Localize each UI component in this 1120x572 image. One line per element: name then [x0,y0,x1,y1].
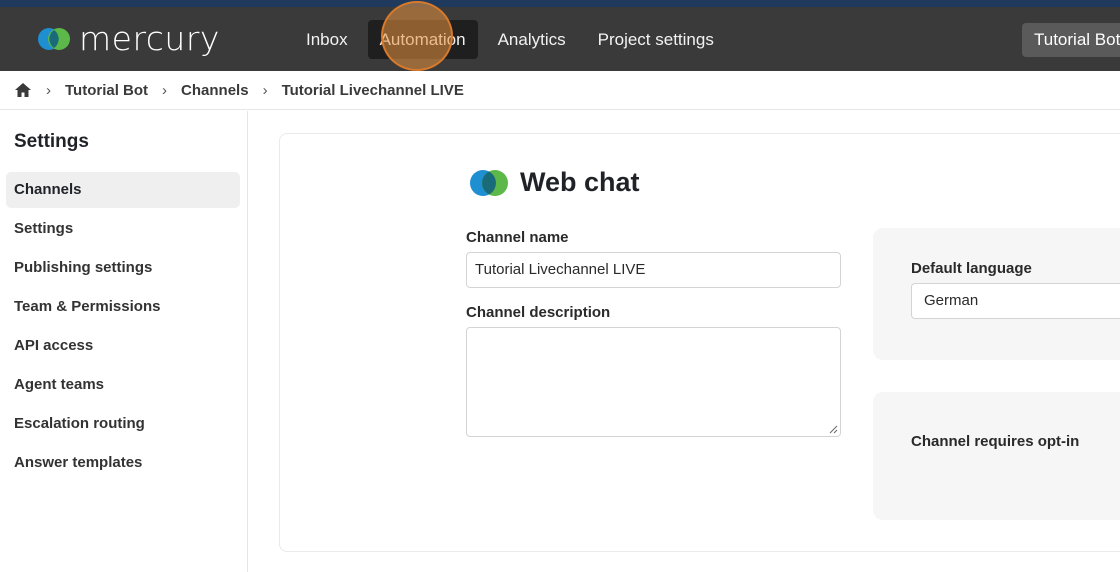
sidebar-menu: Channels Settings Publishing settings Te… [6,172,240,484]
nav-automation[interactable]: Automation [367,20,478,59]
channel-settings-card: Web chat Channel name Tutorial Livechann… [279,133,1120,552]
channel-name-input[interactable]: Tutorial Livechannel LIVE [466,252,841,288]
nav-analytics[interactable]: Analytics [486,20,578,59]
resize-handle-icon[interactable] [828,424,838,434]
sidebar-item-settings[interactable]: Settings [6,211,240,247]
opt-in-label: Channel requires opt-in [911,433,1080,450]
breadcrumb: › Tutorial Bot › Channels › Tutorial Liv… [0,71,1120,110]
default-language-label: Default language [911,260,1032,277]
sidebar-title: Settings [14,131,89,152]
project-selector-button[interactable]: Tutorial Bot [1022,23,1120,57]
web-chat-icon [470,169,508,196]
sidebar-item-team-permissions[interactable]: Team & Permissions [6,289,240,325]
sidebar-item-channels[interactable]: Channels [6,172,240,208]
nav-project-settings[interactable]: Project settings [586,20,726,59]
breadcrumb-item-bot[interactable]: Tutorial Bot [65,82,148,99]
sidebar-item-escalation-routing[interactable]: Escalation routing [6,406,240,442]
channel-header: Web chat [470,167,640,198]
main-nav: Inbox Automation Analytics Project setti… [294,20,726,59]
sidebar-item-publishing-settings[interactable]: Publishing settings [6,250,240,286]
chevron-right-icon: › [262,81,268,99]
mercury-logo-icon [38,28,70,50]
breadcrumb-item-current: Tutorial Livechannel LIVE [281,81,464,99]
chevron-right-icon: › [162,81,168,99]
nav-inbox[interactable]: Inbox [294,20,360,59]
sidebar-item-agent-teams[interactable]: Agent teams [6,367,240,403]
sidebar-item-api-access[interactable]: API access [6,328,240,364]
channel-description-label: Channel description [466,304,611,321]
sidebar-item-answer-templates[interactable]: Answer templates [6,445,240,481]
home-icon[interactable] [14,82,32,98]
top-navbar: mercury Inbox Automation Analytics Proje… [0,7,1120,71]
settings-sidebar: Settings Channels Settings Publishing se… [0,111,248,572]
app-logo[interactable]: mercury [38,19,220,58]
channel-description-textarea[interactable] [466,327,841,437]
default-language-panel: Default language German [873,228,1120,360]
logo-text: mercury [79,19,220,58]
breadcrumb-item-channels[interactable]: Channels [181,82,249,99]
opt-in-panel: Channel requires opt-in [873,392,1120,520]
top-accent-strip [0,0,1120,7]
channel-type-title: Web chat [520,167,640,197]
chevron-right-icon: › [46,81,51,99]
channel-name-label: Channel name [466,229,569,246]
default-language-select[interactable]: German [911,283,1120,319]
